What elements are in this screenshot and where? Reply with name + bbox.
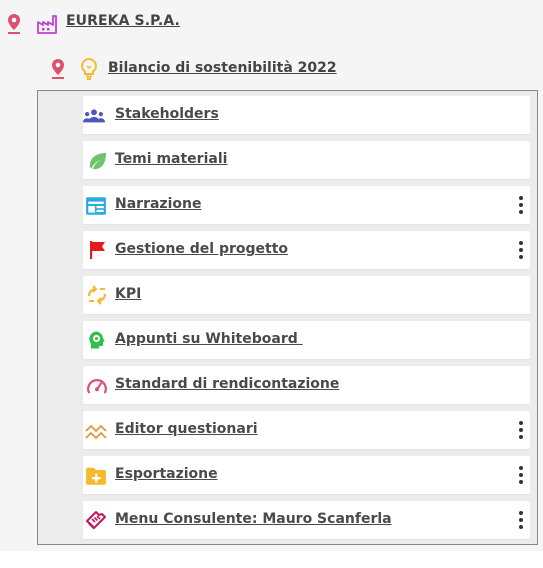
menu-item-gestione-progetto[interactable]: Gestione del progetto <box>83 231 530 269</box>
menu-item-menu-consulente[interactable]: Menu Consulente: Mauro Scanferla <box>83 501 530 539</box>
menu-item-appunti-whiteboard[interactable]: Appunti su Whiteboard <box>83 321 530 359</box>
head-brain-icon <box>89 331 105 349</box>
map-pin-icon <box>52 59 64 79</box>
menu-item-kpi[interactable]: KPI <box>83 276 530 314</box>
leaf-icon <box>90 153 106 170</box>
more-vertical-icon[interactable] <box>518 465 524 485</box>
tree-panel: EUREKA S.P.A. Bilancio di sostenibilità … <box>0 0 543 551</box>
people-group-icon <box>83 109 105 123</box>
handshake-icon <box>86 511 106 529</box>
menu-item-editor-questionari[interactable]: Editor questionari <box>83 411 530 449</box>
folder-plus-icon <box>86 467 106 485</box>
menu-item-narrazione[interactable]: Narrazione <box>83 186 530 224</box>
menu-item-label[interactable]: Editor questionari <box>115 421 258 437</box>
menu-item-label[interactable]: Gestione del progetto <box>115 241 288 257</box>
more-vertical-icon[interactable] <box>518 195 524 215</box>
company-row[interactable]: EUREKA S.P.A. <box>0 0 543 46</box>
menu-item-label[interactable]: Appunti su Whiteboard <box>115 331 303 347</box>
menu-item-esportazione[interactable]: Esportazione <box>83 456 530 494</box>
menu-item-standard-rendicontazione[interactable]: Standard di rendicontazione <box>83 366 530 404</box>
menu-item-label[interactable]: Narrazione <box>115 196 201 212</box>
chart-lines-icon <box>85 425 107 439</box>
menu-item-label[interactable]: Esportazione <box>115 466 218 482</box>
map-pin-icon <box>8 14 20 34</box>
menu-item-label[interactable]: KPI <box>115 286 141 302</box>
layout-icon <box>86 197 106 215</box>
more-vertical-icon[interactable] <box>518 510 524 530</box>
menu-item-label[interactable]: Stakeholders <box>115 106 219 122</box>
more-vertical-icon[interactable] <box>518 240 524 260</box>
kpi-icon <box>87 285 107 305</box>
menu-item-label[interactable]: Temi materiali <box>115 151 227 167</box>
menu-item-temi-materiali[interactable]: Temi materiali <box>83 141 530 179</box>
gauge-icon <box>87 379 107 394</box>
report-title[interactable]: Bilancio di sostenibilità 2022 <box>108 60 337 76</box>
menu-item-label[interactable]: Standard di rendicontazione <box>115 376 339 392</box>
menu-item-label[interactable]: Menu Consulente: Mauro Scanferla <box>115 511 392 527</box>
company-name[interactable]: EUREKA S.P.A. <box>66 13 180 29</box>
flag-icon <box>90 241 105 259</box>
factory-icon <box>37 15 57 34</box>
more-vertical-icon[interactable] <box>518 420 524 440</box>
lightbulb-icon <box>81 57 97 80</box>
menu-item-stakeholders[interactable]: Stakeholders <box>83 96 530 134</box>
